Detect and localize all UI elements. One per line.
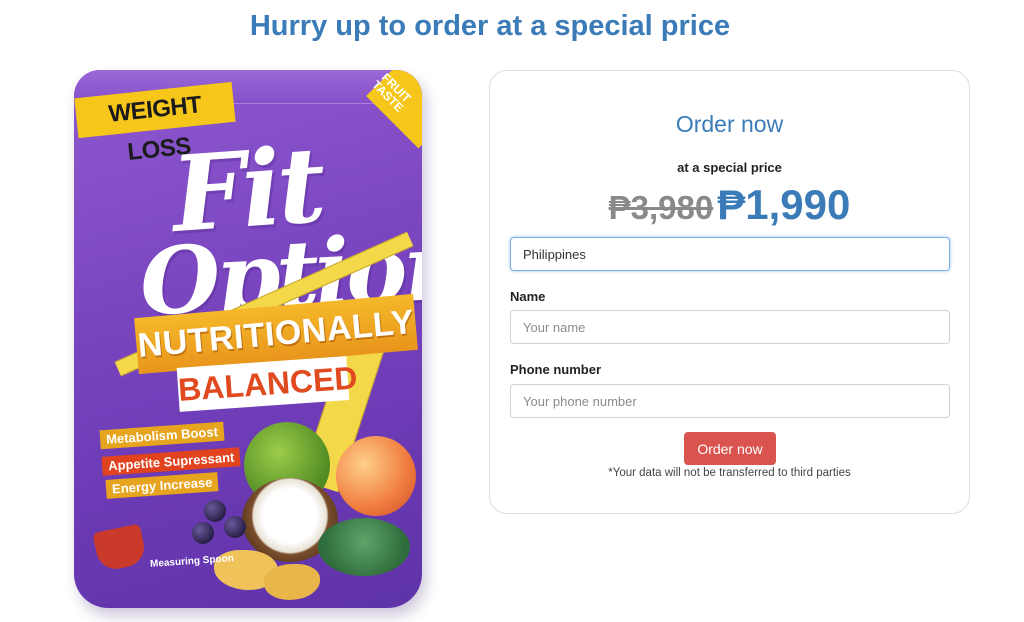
- name-input[interactable]: [510, 310, 950, 344]
- order-form-card: Order now at a special price ₱3,980₱1,99…: [489, 70, 970, 514]
- berry-graphic: [192, 522, 214, 544]
- peach-graphic: [336, 436, 416, 516]
- phone-label: Phone number: [510, 362, 602, 377]
- berry-graphic: [204, 500, 226, 522]
- order-subtitle: at a special price: [677, 160, 782, 175]
- benefit-label: Metabolism Boost: [99, 421, 225, 450]
- product-image: WEIGHT LOSS FRUIT TASTE Fit Option NUTRI…: [74, 70, 422, 608]
- green-powder-graphic: [318, 518, 410, 576]
- new-price: ₱1,990: [717, 181, 851, 228]
- phone-input[interactable]: [510, 384, 950, 418]
- ginger-graphic: [264, 564, 320, 600]
- old-price: ₱3,980: [608, 189, 714, 226]
- price-row: ₱3,980₱1,990: [490, 181, 969, 229]
- measuring-spoon-graphic: [92, 523, 148, 573]
- berry-graphic: [224, 516, 246, 538]
- name-label: Name: [510, 289, 546, 304]
- country-field[interactable]: [510, 237, 950, 271]
- benefit-label: Energy Increase: [105, 472, 219, 499]
- order-title: Order now: [675, 111, 784, 137]
- page-headline: Hurry up to order at a special price: [249, 10, 731, 42]
- privacy-disclaimer: *Your data will not be transferred to th…: [608, 467, 851, 479]
- benefit-label: Appetite Supressant: [101, 447, 241, 476]
- order-now-button[interactable]: Order now: [684, 432, 776, 465]
